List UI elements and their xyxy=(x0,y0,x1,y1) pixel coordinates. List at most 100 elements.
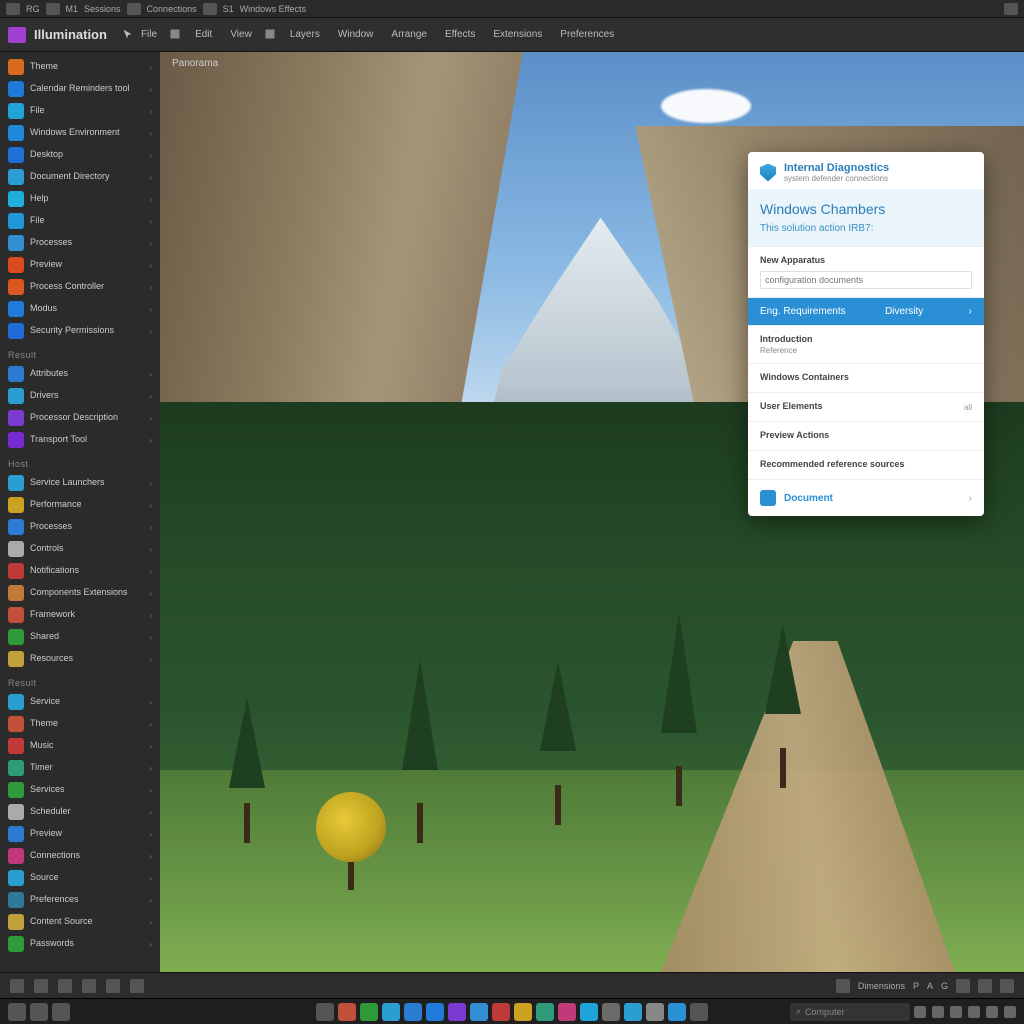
taskbar-app-icon[interactable] xyxy=(624,1003,642,1021)
sidebar-item[interactable]: Modus› xyxy=(0,298,160,320)
sidebar-item[interactable]: Passwords› xyxy=(0,933,160,955)
sys-icon[interactable] xyxy=(46,3,60,15)
sidebar-item[interactable]: Preview› xyxy=(0,823,160,845)
sidebar-item[interactable]: Preview› xyxy=(0,254,160,276)
sidebar-item[interactable]: Processor Description› xyxy=(0,407,160,429)
sidebar-item[interactable]: Music› xyxy=(0,735,160,757)
app-logo-icon[interactable] xyxy=(8,27,26,43)
taskbar-app-icon[interactable] xyxy=(668,1003,686,1021)
sidebar-item[interactable]: Scheduler› xyxy=(0,801,160,823)
sidebar-item[interactable]: Theme› xyxy=(0,713,160,735)
taskbar-app-icon[interactable] xyxy=(382,1003,400,1021)
sys-icon[interactable] xyxy=(127,3,141,15)
sidebar-item[interactable]: Notifications› xyxy=(0,560,160,582)
sys-label[interactable]: RG xyxy=(26,4,40,14)
menu-edit[interactable]: Edit xyxy=(189,26,218,43)
popup-row[interactable]: User Elementsall xyxy=(748,392,984,421)
sys-label[interactable]: Sessions xyxy=(84,4,121,14)
document-icon[interactable] xyxy=(836,979,850,993)
status-icon[interactable] xyxy=(34,979,48,993)
security-popup[interactable]: Internal Diagnostics system defender con… xyxy=(748,152,984,516)
sidebar-item[interactable]: Help› xyxy=(0,188,160,210)
taskbar-app-icon[interactable] xyxy=(690,1003,708,1021)
menu-layers[interactable]: Layers xyxy=(284,26,326,43)
menu-arrange[interactable]: Arrange xyxy=(385,26,433,43)
tray-icon[interactable] xyxy=(968,1006,980,1018)
sys-label[interactable]: M1 xyxy=(66,4,79,14)
sidebar-item[interactable]: File› xyxy=(0,210,160,232)
sidebar-item[interactable]: File› xyxy=(0,100,160,122)
sidebar-item[interactable]: Security Permissions› xyxy=(0,320,160,342)
menu-effects[interactable]: Effects xyxy=(439,26,481,43)
tray-icon[interactable] xyxy=(914,1006,926,1018)
toolbar-icon[interactable] xyxy=(169,28,183,42)
taskbar-app-icon[interactable] xyxy=(316,1003,334,1021)
grid-icon[interactable] xyxy=(978,979,992,993)
taskbar-app-icon[interactable] xyxy=(646,1003,664,1021)
taskbar-app-icon[interactable] xyxy=(602,1003,620,1021)
sidebar-item[interactable]: Windows Environment› xyxy=(0,122,160,144)
sidebar-item[interactable]: Performance› xyxy=(0,494,160,516)
status-icon[interactable] xyxy=(10,979,24,993)
menu-extensions[interactable]: Extensions xyxy=(487,26,548,43)
popup-row[interactable]: IntroductionReference xyxy=(748,325,984,363)
popup-input[interactable] xyxy=(760,271,972,289)
taskbar-app-icon[interactable] xyxy=(492,1003,510,1021)
sidebar-item[interactable]: Resources› xyxy=(0,648,160,670)
menu-preferences[interactable]: Preferences xyxy=(554,26,620,43)
sidebar-item[interactable]: Theme› xyxy=(0,56,160,78)
status-icon[interactable] xyxy=(106,979,120,993)
popup-row[interactable]: Preview Actions xyxy=(748,421,984,450)
sys-label[interactable]: S1 xyxy=(223,4,234,14)
layers-icon[interactable] xyxy=(956,979,970,993)
menu-file[interactable]: File xyxy=(135,26,163,43)
sidebar-item[interactable]: Document Directory› xyxy=(0,166,160,188)
taskbar-search[interactable]: ⌕ Computer xyxy=(790,1003,910,1021)
toolbar-icon[interactable] xyxy=(264,28,278,42)
taskbar-app-icon[interactable] xyxy=(448,1003,466,1021)
sidebar-item[interactable]: Connections› xyxy=(0,845,160,867)
sidebar[interactable]: Theme›Calendar Reminders tool›File›Windo… xyxy=(0,52,160,972)
status-chip[interactable]: A xyxy=(927,981,933,991)
taskbar-app-icon[interactable] xyxy=(580,1003,598,1021)
sidebar-item[interactable]: Drivers› xyxy=(0,385,160,407)
viewport-tab[interactable]: Panorama xyxy=(172,58,218,69)
sys-label[interactable]: Windows Effects xyxy=(240,4,306,14)
sidebar-item[interactable]: Shared› xyxy=(0,626,160,648)
taskbar-app-icon[interactable] xyxy=(558,1003,576,1021)
taskview-icon[interactable] xyxy=(30,1003,48,1021)
popup-row[interactable]: Windows Containers xyxy=(748,363,984,392)
pointer-icon[interactable] xyxy=(121,28,135,42)
sidebar-item[interactable]: Framework› xyxy=(0,604,160,626)
menu-view[interactable]: View xyxy=(224,26,258,43)
sidebar-item[interactable]: Timer› xyxy=(0,757,160,779)
tray-icon[interactable] xyxy=(1004,1006,1016,1018)
sidebar-item[interactable]: Service Launchers› xyxy=(0,472,160,494)
sys-icon[interactable] xyxy=(6,3,20,15)
taskbar-app-icon[interactable] xyxy=(360,1003,378,1021)
taskbar-app-icon[interactable] xyxy=(426,1003,444,1021)
status-icon[interactable] xyxy=(130,979,144,993)
taskbar-app-icon[interactable] xyxy=(470,1003,488,1021)
sidebar-item[interactable]: Source› xyxy=(0,867,160,889)
sidebar-item[interactable]: Processes› xyxy=(0,516,160,538)
sidebar-item[interactable]: Transport Tool› xyxy=(0,429,160,451)
sys-label[interactable]: Connections xyxy=(147,4,197,14)
sidebar-item[interactable]: Controls› xyxy=(0,538,160,560)
taskbar-app-icon[interactable] xyxy=(536,1003,554,1021)
status-icon[interactable] xyxy=(82,979,96,993)
tray-icon[interactable] xyxy=(986,1006,998,1018)
sidebar-item[interactable]: Service› xyxy=(0,691,160,713)
status-chip[interactable]: G xyxy=(941,981,948,991)
widgets-icon[interactable] xyxy=(52,1003,70,1021)
sidebar-item[interactable]: Processes› xyxy=(0,232,160,254)
tray-icon[interactable] xyxy=(950,1006,962,1018)
status-icon[interactable] xyxy=(58,979,72,993)
sidebar-item[interactable]: Components Extensions› xyxy=(0,582,160,604)
taskbar-app-icon[interactable] xyxy=(338,1003,356,1021)
sidebar-item[interactable]: Content Source› xyxy=(0,911,160,933)
sidebar-item[interactable]: Desktop› xyxy=(0,144,160,166)
status-chip[interactable]: P xyxy=(913,981,919,991)
tray-icon[interactable] xyxy=(932,1006,944,1018)
start-icon[interactable] xyxy=(8,1003,26,1021)
